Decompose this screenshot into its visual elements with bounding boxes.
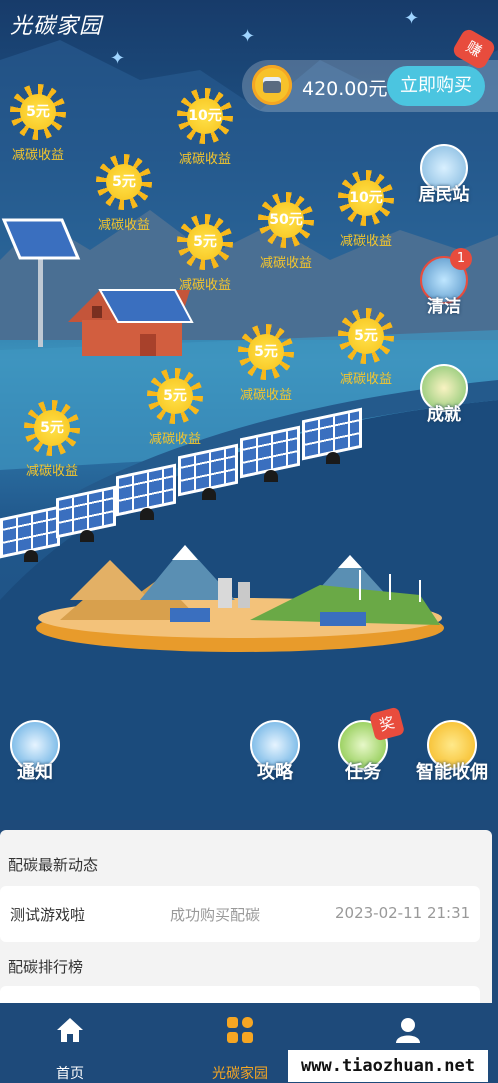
user-icon: [396, 1018, 420, 1043]
news-item: 测试游戏啦 成功购买配碳 2023-02-11 21:31: [0, 886, 480, 942]
solar-panel: [302, 407, 362, 464]
sun-reward[interactable]: 5元减碳收益: [236, 322, 296, 403]
task-button[interactable]: 奖 任务: [328, 706, 406, 790]
tab-carbon-home[interactable]: 光碳家园: [180, 1003, 300, 1083]
sun-value: 5元: [106, 164, 142, 200]
buy-now-button[interactable]: 立即购买: [387, 66, 485, 106]
sun-value: 10元: [348, 180, 384, 216]
tab-carbon-home-label: 光碳家园: [212, 1066, 268, 1082]
grid-icon: [227, 1017, 253, 1043]
sun-reward[interactable]: 5元减碳收益: [8, 82, 68, 163]
solar-panel: [0, 505, 60, 562]
clean-badge: 1: [450, 248, 472, 270]
achievement-label: 成就: [427, 405, 461, 425]
resident-station-label: 居民站: [418, 185, 470, 205]
watermark-text: www.tiaozhuan.net: [288, 1050, 488, 1082]
sun-reward[interactable]: 5元减碳收益: [94, 152, 154, 233]
sun-label: 减碳收益: [11, 148, 64, 163]
news-user: 测试游戏啦: [10, 906, 86, 924]
sun-label: 减碳收益: [178, 278, 231, 293]
star-decoration: ✦: [110, 48, 126, 69]
sun-label: 减碳收益: [239, 388, 292, 403]
sun-value: 5元: [248, 334, 284, 370]
sun-reward[interactable]: 5元减碳收益: [22, 398, 82, 479]
sun-value: 5元: [348, 318, 384, 354]
sun-value: 5元: [187, 224, 223, 260]
news-action: 成功购买配碳: [170, 906, 261, 924]
sun-label: 减碳收益: [148, 432, 201, 447]
sun-value: 5元: [20, 94, 56, 130]
solar-panel: [116, 463, 176, 520]
balance-bar: 420.00元 立即购买: [242, 60, 498, 112]
guide-button[interactable]: 攻略: [240, 720, 310, 790]
sun-value: 50元: [268, 202, 304, 238]
game-scene: 光碳家园 ✦ ✦ ✦ 420.00元 立即购买 赚 5元 减碳收益 10元 减碳收益…: [0, 0, 498, 820]
star-decoration: ✦: [240, 26, 256, 47]
achievement-button[interactable]: 成就: [414, 364, 474, 434]
home-icon: [57, 1018, 83, 1042]
sun-label: 减碳收益: [259, 256, 312, 271]
tab-home-label: 首页: [56, 1066, 84, 1082]
resident-station-button[interactable]: 居民站: [414, 144, 474, 214]
sun-reward[interactable]: 10元减碳收益: [175, 86, 235, 167]
info-panel: 配碳最新动态 测试游戏啦 成功购买配碳 2023-02-11 21:31 配碳排…: [0, 830, 492, 1006]
guide-label: 攻略: [257, 762, 293, 783]
sun-value: 10元: [187, 98, 223, 134]
sun-value: 5元: [34, 410, 70, 446]
solar-panel: [56, 485, 116, 542]
solar-panel: [240, 425, 300, 482]
smart-commission-label: 智能收佣: [416, 762, 488, 783]
sun-reward[interactable]: 5元减碳收益: [175, 212, 235, 293]
news-time: 2023-02-11 21:31: [335, 904, 471, 922]
task-label: 任务: [345, 762, 381, 783]
star-decoration: ✦: [404, 8, 420, 29]
ranking-title: 配碳排行榜: [8, 958, 84, 976]
notification-label: 通知: [17, 762, 53, 783]
sun-value: 5元: [157, 378, 193, 414]
sun-reward[interactable]: 10元减碳收益: [336, 168, 396, 249]
sun-label: 减碳收益: [339, 234, 392, 249]
sun-label: 减碳收益: [339, 372, 392, 387]
smart-commission-button[interactable]: 智能收佣: [410, 720, 494, 790]
sun-label: 减碳收益: [178, 152, 231, 167]
tab-home[interactable]: 首页: [10, 1003, 130, 1083]
sun-label: 减碳收益: [25, 464, 78, 479]
sun-reward[interactable]: 5元减碳收益: [336, 306, 396, 387]
clean-button[interactable]: 1 清洁: [414, 248, 474, 326]
app-title: 光碳家园: [10, 14, 103, 39]
notification-button[interactable]: 通知: [0, 720, 70, 790]
clean-label: 清洁: [427, 297, 461, 317]
sun-reward[interactable]: 5元减碳收益: [145, 366, 205, 447]
solar-panel: [178, 443, 238, 500]
wallet-icon: [252, 65, 292, 105]
sun-label: 减碳收益: [97, 218, 150, 233]
sun-reward[interactable]: 50元减碳收益: [256, 190, 316, 271]
balance-amount: 420.00元: [302, 78, 388, 100]
news-title: 配碳最新动态: [8, 856, 99, 874]
